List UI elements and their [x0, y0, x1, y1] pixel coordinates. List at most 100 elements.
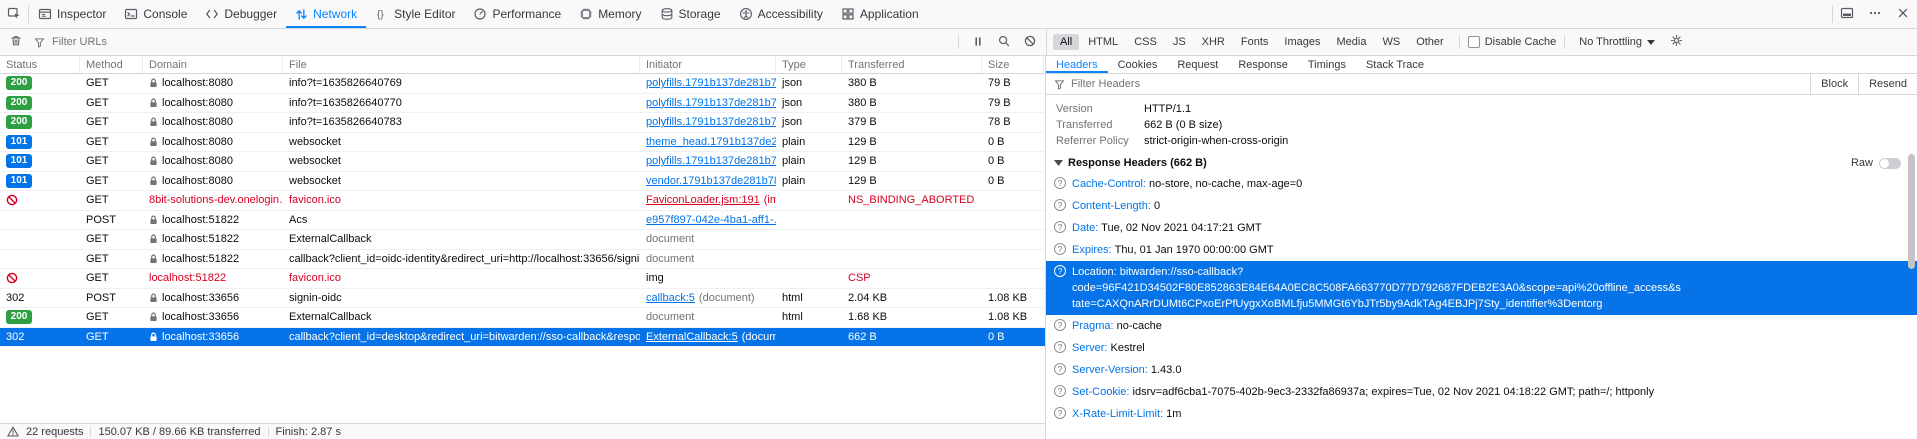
type-filter-js[interactable]: JS: [1166, 34, 1193, 50]
dock-options-button[interactable]: [1833, 0, 1861, 28]
column-header-file[interactable]: File: [283, 56, 640, 73]
type-filter-css[interactable]: CSS: [1127, 34, 1164, 50]
help-icon[interactable]: ?: [1054, 385, 1066, 397]
detail-tab-stack-trace[interactable]: Stack Trace: [1356, 56, 1434, 73]
initiator-text[interactable]: theme_head.1791b137de281…: [646, 136, 776, 148]
detail-tab-headers[interactable]: Headers: [1046, 56, 1108, 73]
help-icon[interactable]: ?: [1054, 363, 1066, 375]
tool-tab-performance[interactable]: Performance: [464, 0, 570, 28]
header-item[interactable]: ?X-Rate-Limit-Limit: 1m: [1046, 403, 1917, 425]
header-item[interactable]: ?Set-Cookie: idsrv=adf6cba1-7075-402b-9e…: [1046, 381, 1917, 403]
tool-tab-style-editor[interactable]: {}Style Editor: [366, 0, 464, 28]
application-icon: [841, 7, 855, 21]
tool-tab-memory[interactable]: Memory: [570, 0, 650, 28]
filter-headers-input[interactable]: [1065, 74, 1810, 94]
header-item[interactable]: ?Expires: Thu, 01 Jan 1970 00:00:00 GMT: [1046, 239, 1917, 261]
type-filter-media[interactable]: Media: [1329, 34, 1373, 50]
initiator-text[interactable]: FaviconLoader.jsm:191: [646, 194, 760, 206]
tool-tab-console[interactable]: Console: [115, 0, 196, 28]
close-devtools-button[interactable]: [1889, 0, 1917, 28]
request-row[interactable]: 200GETlocalhost:8080info?t=1635826640769…: [0, 74, 1045, 94]
search-button[interactable]: [992, 31, 1016, 53]
request-row[interactable]: 101GETlocalhost:8080websocketpolyfills.1…: [0, 152, 1045, 172]
initiator-text[interactable]: callback:5: [646, 292, 695, 304]
resend-request-button[interactable]: Resend: [1858, 74, 1917, 94]
throttling-dropdown[interactable]: No Throttling: [1573, 36, 1661, 48]
request-row[interactable]: 101GETlocalhost:8080websockettheme_head.…: [0, 133, 1045, 153]
column-header-type[interactable]: Type: [776, 56, 842, 73]
help-icon[interactable]: ?: [1054, 243, 1066, 255]
request-row[interactable]: 200GETlocalhost:8080info?t=1635826640770…: [0, 94, 1045, 114]
initiator-text[interactable]: ExternalCallback:5: [646, 331, 738, 343]
request-row[interactable]: GET8bit-solutions-dev.onelogin…favicon.i…: [0, 191, 1045, 211]
request-row[interactable]: 101GETlocalhost:8080websocketvendor.1791…: [0, 172, 1045, 192]
column-header-domain[interactable]: Domain: [143, 56, 283, 73]
initiator-text[interactable]: polyfills.1791b137de281b787…: [646, 97, 776, 109]
node-picker-button[interactable]: [0, 0, 28, 28]
pause-traffic-button[interactable]: [966, 31, 990, 53]
request-row[interactable]: POSTlocalhost:51822Acse957f897-042e-4ba1…: [0, 211, 1045, 231]
response-headers-section-header[interactable]: Response Headers (662 B) Raw: [1046, 153, 1917, 173]
request-blocking-button[interactable]: [1018, 31, 1042, 53]
details-scrollbar[interactable]: [1908, 154, 1915, 269]
request-row[interactable]: GETlocalhost:51822ExternalCallbackdocume…: [0, 230, 1045, 250]
type-filter-html[interactable]: HTML: [1081, 34, 1125, 50]
request-row[interactable]: GETlocalhost:51822favicon.icoimgCSP: [0, 269, 1045, 289]
initiator-text[interactable]: vendor.1791b137de281b787…: [646, 175, 776, 187]
type-filter-xhr[interactable]: XHR: [1195, 34, 1232, 50]
initiator-text: document: [646, 253, 694, 265]
request-row[interactable]: 200GETlocalhost:33656ExternalCallbackdoc…: [0, 308, 1045, 328]
filter-urls-input[interactable]: [47, 36, 951, 48]
header-item[interactable]: ?Date: Tue, 02 Nov 2021 04:17:21 GMT: [1046, 217, 1917, 239]
initiator-text[interactable]: polyfills.1791b137de281b787…: [646, 155, 776, 167]
help-icon[interactable]: ?: [1054, 199, 1066, 211]
network-settings-button[interactable]: [1664, 31, 1688, 53]
tool-tab-inspector[interactable]: Inspector: [29, 0, 115, 28]
clear-requests-button[interactable]: [4, 31, 28, 53]
tool-tab-network[interactable]: Network: [286, 0, 366, 28]
column-header-initiator[interactable]: Initiator: [640, 56, 776, 73]
header-item[interactable]: ?Server-Version: 1.43.0: [1046, 359, 1917, 381]
column-header-transferred[interactable]: Transferred: [842, 56, 982, 73]
detail-tab-timings[interactable]: Timings: [1298, 56, 1356, 73]
request-row[interactable]: 302GETlocalhost:33656callback?client_id=…: [0, 328, 1045, 348]
tool-tab-accessibility[interactable]: Accessibility: [730, 0, 832, 28]
header-item[interactable]: ?Cache-Control: no-store, no-cache, max-…: [1046, 173, 1917, 195]
type-cell: [776, 269, 842, 288]
block-url-button[interactable]: Block: [1810, 74, 1858, 94]
detail-tab-request[interactable]: Request: [1167, 56, 1228, 73]
tool-tab-debugger[interactable]: Debugger: [196, 0, 286, 28]
request-row[interactable]: 302POSTlocalhost:33656signin-oidccallbac…: [0, 289, 1045, 309]
initiator-text[interactable]: e957f897-042e-4ba1-aff1-…: [646, 214, 776, 226]
header-item[interactable]: ?Server: Kestrel: [1046, 337, 1917, 359]
help-icon[interactable]: ?: [1054, 177, 1066, 189]
disable-cache-checkbox[interactable]: [1468, 36, 1480, 48]
type-filter-other[interactable]: Other: [1409, 34, 1451, 50]
devtools-menu-button[interactable]: [1861, 0, 1889, 28]
help-icon[interactable]: ?: [1054, 265, 1066, 277]
type-filter-fonts[interactable]: Fonts: [1234, 34, 1276, 50]
type-filter-all[interactable]: All: [1053, 34, 1079, 50]
header-item[interactable]: ?Location: bitwarden://sso-callback?code…: [1046, 261, 1917, 315]
request-row[interactable]: GETlocalhost:51822callback?client_id=oid…: [0, 250, 1045, 270]
header-item[interactable]: ?Content-Length: 0: [1046, 195, 1917, 217]
column-header-status[interactable]: Status: [0, 56, 80, 73]
help-icon[interactable]: ?: [1054, 221, 1066, 233]
type-filter-ws[interactable]: WS: [1375, 34, 1407, 50]
raw-toggle[interactable]: [1879, 158, 1901, 169]
tool-tab-storage[interactable]: Storage: [651, 0, 730, 28]
help-icon[interactable]: ?: [1054, 341, 1066, 353]
help-icon[interactable]: ?: [1054, 407, 1066, 419]
initiator-text[interactable]: polyfills.1791b137de281b787…: [646, 116, 776, 128]
column-header-method[interactable]: Method: [80, 56, 143, 73]
tool-tab-application[interactable]: Application: [832, 0, 928, 28]
help-icon[interactable]: ?: [1054, 319, 1066, 331]
detail-tab-cookies[interactable]: Cookies: [1108, 56, 1168, 73]
detail-tab-response[interactable]: Response: [1228, 56, 1298, 73]
column-header-size[interactable]: Size: [982, 56, 1044, 73]
disable-cache-control[interactable]: Disable Cache: [1468, 36, 1557, 48]
initiator-text[interactable]: polyfills.1791b137de281b787…: [646, 77, 776, 89]
request-row[interactable]: 200GETlocalhost:8080info?t=1635826640783…: [0, 113, 1045, 133]
header-item[interactable]: ?Pragma: no-cache: [1046, 315, 1917, 337]
type-filter-images[interactable]: Images: [1277, 34, 1327, 50]
